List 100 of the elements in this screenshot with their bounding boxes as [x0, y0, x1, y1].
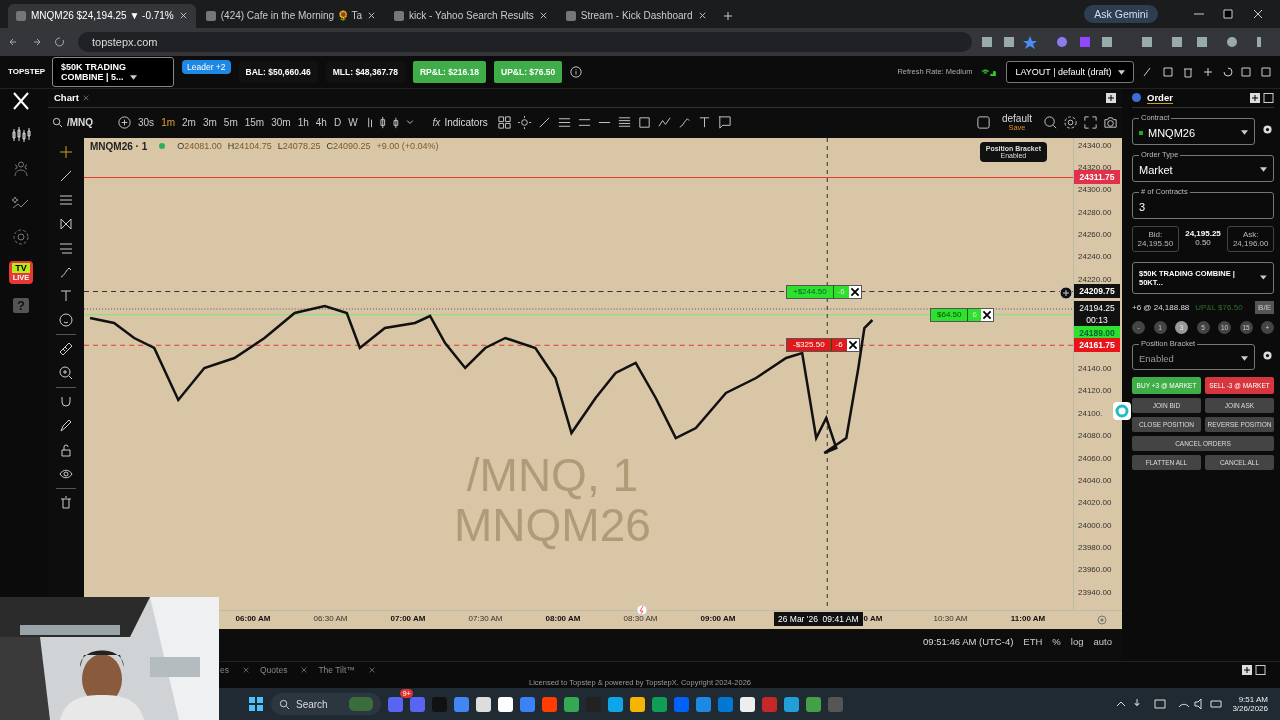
order-pnl-tag[interactable]: +$244.50 [787, 285, 833, 298]
bottom-panel-tab[interactable]: The Tilt™ [318, 665, 355, 676]
app-icon[interactable] [630, 696, 645, 712]
crosshair-icon[interactable] [58, 143, 74, 160]
bid-box[interactable]: Bid: 24,195.50 [1132, 225, 1179, 252]
time-tick: 08:30 AM [623, 613, 658, 623]
settings-icon[interactable] [1063, 115, 1078, 131]
leader-badge: Leader +2 [182, 59, 231, 74]
add-panel-icon[interactable] [1106, 92, 1116, 103]
ask-gemini-button[interactable]: Ask Gemini [1084, 4, 1158, 23]
time-tick: 06:00 AM [235, 613, 271, 623]
smiley-icon[interactable] [58, 311, 74, 328]
ask-box[interactable]: Ask: 24,196.00 [1227, 225, 1274, 252]
breakeven-button[interactable]: B/E [1255, 300, 1274, 314]
layout-dropdown[interactable]: LAYOUT | default (draft) [1006, 60, 1134, 83]
people-icon[interactable] [11, 158, 31, 179]
lightning-icon[interactable] [636, 603, 648, 616]
pencil-icon[interactable] [58, 417, 74, 434]
panel-controls-icon[interactable] [1242, 665, 1266, 676]
interval-button[interactable]: 4h [314, 117, 328, 129]
interval-button[interactable]: 1m [160, 117, 177, 129]
interval-button[interactable]: D [332, 117, 343, 129]
signal-icon [980, 67, 999, 77]
indicators-button[interactable]: fx Indicators [428, 117, 492, 129]
favicon-icon [205, 10, 216, 21]
chart-tab[interactable]: Chart [54, 92, 79, 104]
order-pnl-tag[interactable]: -$325.50 [787, 338, 831, 351]
account-stat: RP&L: $216.18 [412, 60, 486, 83]
close-icon[interactable] [178, 11, 188, 21]
interval-button[interactable]: 30s [137, 117, 156, 129]
fullscreen-icon[interactable] [1083, 115, 1098, 131]
ohlc-value: L24078.25 [277, 141, 321, 152]
position-label: +6 @ 24,188.88 [1132, 302, 1190, 312]
price-tick: 24080.00 [1078, 430, 1112, 443]
bottom-panel-tab[interactable]: Quotes [260, 665, 288, 676]
app-icon[interactable] [476, 696, 491, 712]
layout-tools-icons[interactable] [1142, 65, 1272, 78]
browser-tab[interactable]: (424) Cafe in the Morning 🌻 Ta [197, 3, 385, 28]
grid-icon[interactable] [496, 115, 512, 131]
price-tick: 24000.00 [1078, 519, 1112, 532]
auto-button[interactable]: auto [1093, 636, 1112, 648]
time-tick: 08:00 AM [545, 613, 581, 623]
taskbar-date: 3/26/2026 [1232, 704, 1268, 714]
close-icon[interactable] [367, 11, 377, 21]
close-icon[interactable] [697, 11, 707, 21]
lock-icon[interactable] [58, 441, 74, 458]
browser-tab[interactable]: kick - Yahoo Search Results [386, 3, 556, 28]
interval-button[interactable]: 3m [201, 117, 218, 129]
settings-icon[interactable] [1261, 348, 1274, 362]
app-icon[interactable] [498, 696, 513, 712]
price-label: 24311.75 [1074, 170, 1120, 185]
comment-icon[interactable] [716, 115, 732, 131]
interval-button[interactable]: 1h [296, 117, 310, 129]
add-symbol-icon[interactable] [117, 115, 132, 131]
price-tick: 23960.00 [1078, 564, 1112, 577]
ruler-icon[interactable] [58, 340, 74, 357]
floating-app-icon[interactable] [1112, 400, 1132, 421]
price-tick: 24240.00 [1078, 251, 1112, 264]
symbol-search-field[interactable]: /MNQ [52, 117, 112, 129]
checkbox-icon[interactable] [975, 115, 991, 131]
browser-tab[interactable]: Stream - Kick Dashboard [557, 3, 715, 28]
spread-value: 0.50 [1194, 237, 1212, 247]
candlestick-icon[interactable] [11, 124, 31, 145]
gear-icon[interactable] [516, 115, 532, 131]
new-tab-icon[interactable] [722, 10, 733, 21]
account-dropdown[interactable]: $50K TRADING COMBINE | 5... [52, 56, 174, 87]
order-pnl-tag[interactable]: $64.50 [931, 308, 968, 321]
interval-button[interactable]: W [347, 117, 359, 129]
panel-controls-icon[interactable] [1250, 92, 1274, 103]
taskbar-search-field[interactable]: Search [271, 693, 381, 716]
clock-label: 09:51:46 AM (UTC-4) [923, 636, 1014, 648]
log-button[interactable]: log [1070, 636, 1084, 648]
address-field[interactable]: topstepx.com [78, 31, 972, 52]
time-tick: 10:30 AM [933, 613, 968, 623]
caret-icon [1241, 130, 1248, 136]
favicon-icon [565, 10, 576, 21]
info-icon[interactable] [570, 65, 583, 78]
bottom-panel-tab[interactable]: es [220, 665, 229, 676]
interval-button[interactable]: 15m [243, 117, 266, 129]
interval-button[interactable]: 30m [270, 117, 292, 129]
app-icon[interactable] [740, 696, 755, 712]
order-tab[interactable]: Order [1147, 91, 1173, 104]
camera-icon[interactable] [1103, 115, 1118, 131]
add-order-icon[interactable] [1059, 285, 1073, 300]
interval-button[interactable]: 2m [181, 117, 197, 129]
settings-icon[interactable] [1261, 123, 1274, 137]
zoom-in-icon[interactable] [58, 364, 74, 381]
alert-search-icon[interactable] [1043, 115, 1058, 131]
close-icon[interactable] [538, 11, 548, 21]
interval-button[interactable]: 5m [222, 117, 239, 129]
price-tick: 23940.00 [1078, 586, 1112, 599]
account-stat: UP&L: $76.50 [494, 60, 563, 83]
rectangle-icon[interactable] [636, 115, 652, 131]
browser-tab[interactable]: MNQM26 $24,194.25 ▼ -0.71% [8, 3, 196, 28]
percent-button[interactable]: % [1052, 636, 1061, 648]
session-button[interactable]: ETH [1023, 636, 1043, 648]
account-stat: BAL: $50,660.46 [238, 60, 318, 83]
order-quantity-tag[interactable]: -6 [830, 338, 847, 351]
trash-icon[interactable] [58, 494, 74, 511]
start-icon[interactable] [248, 696, 264, 713]
